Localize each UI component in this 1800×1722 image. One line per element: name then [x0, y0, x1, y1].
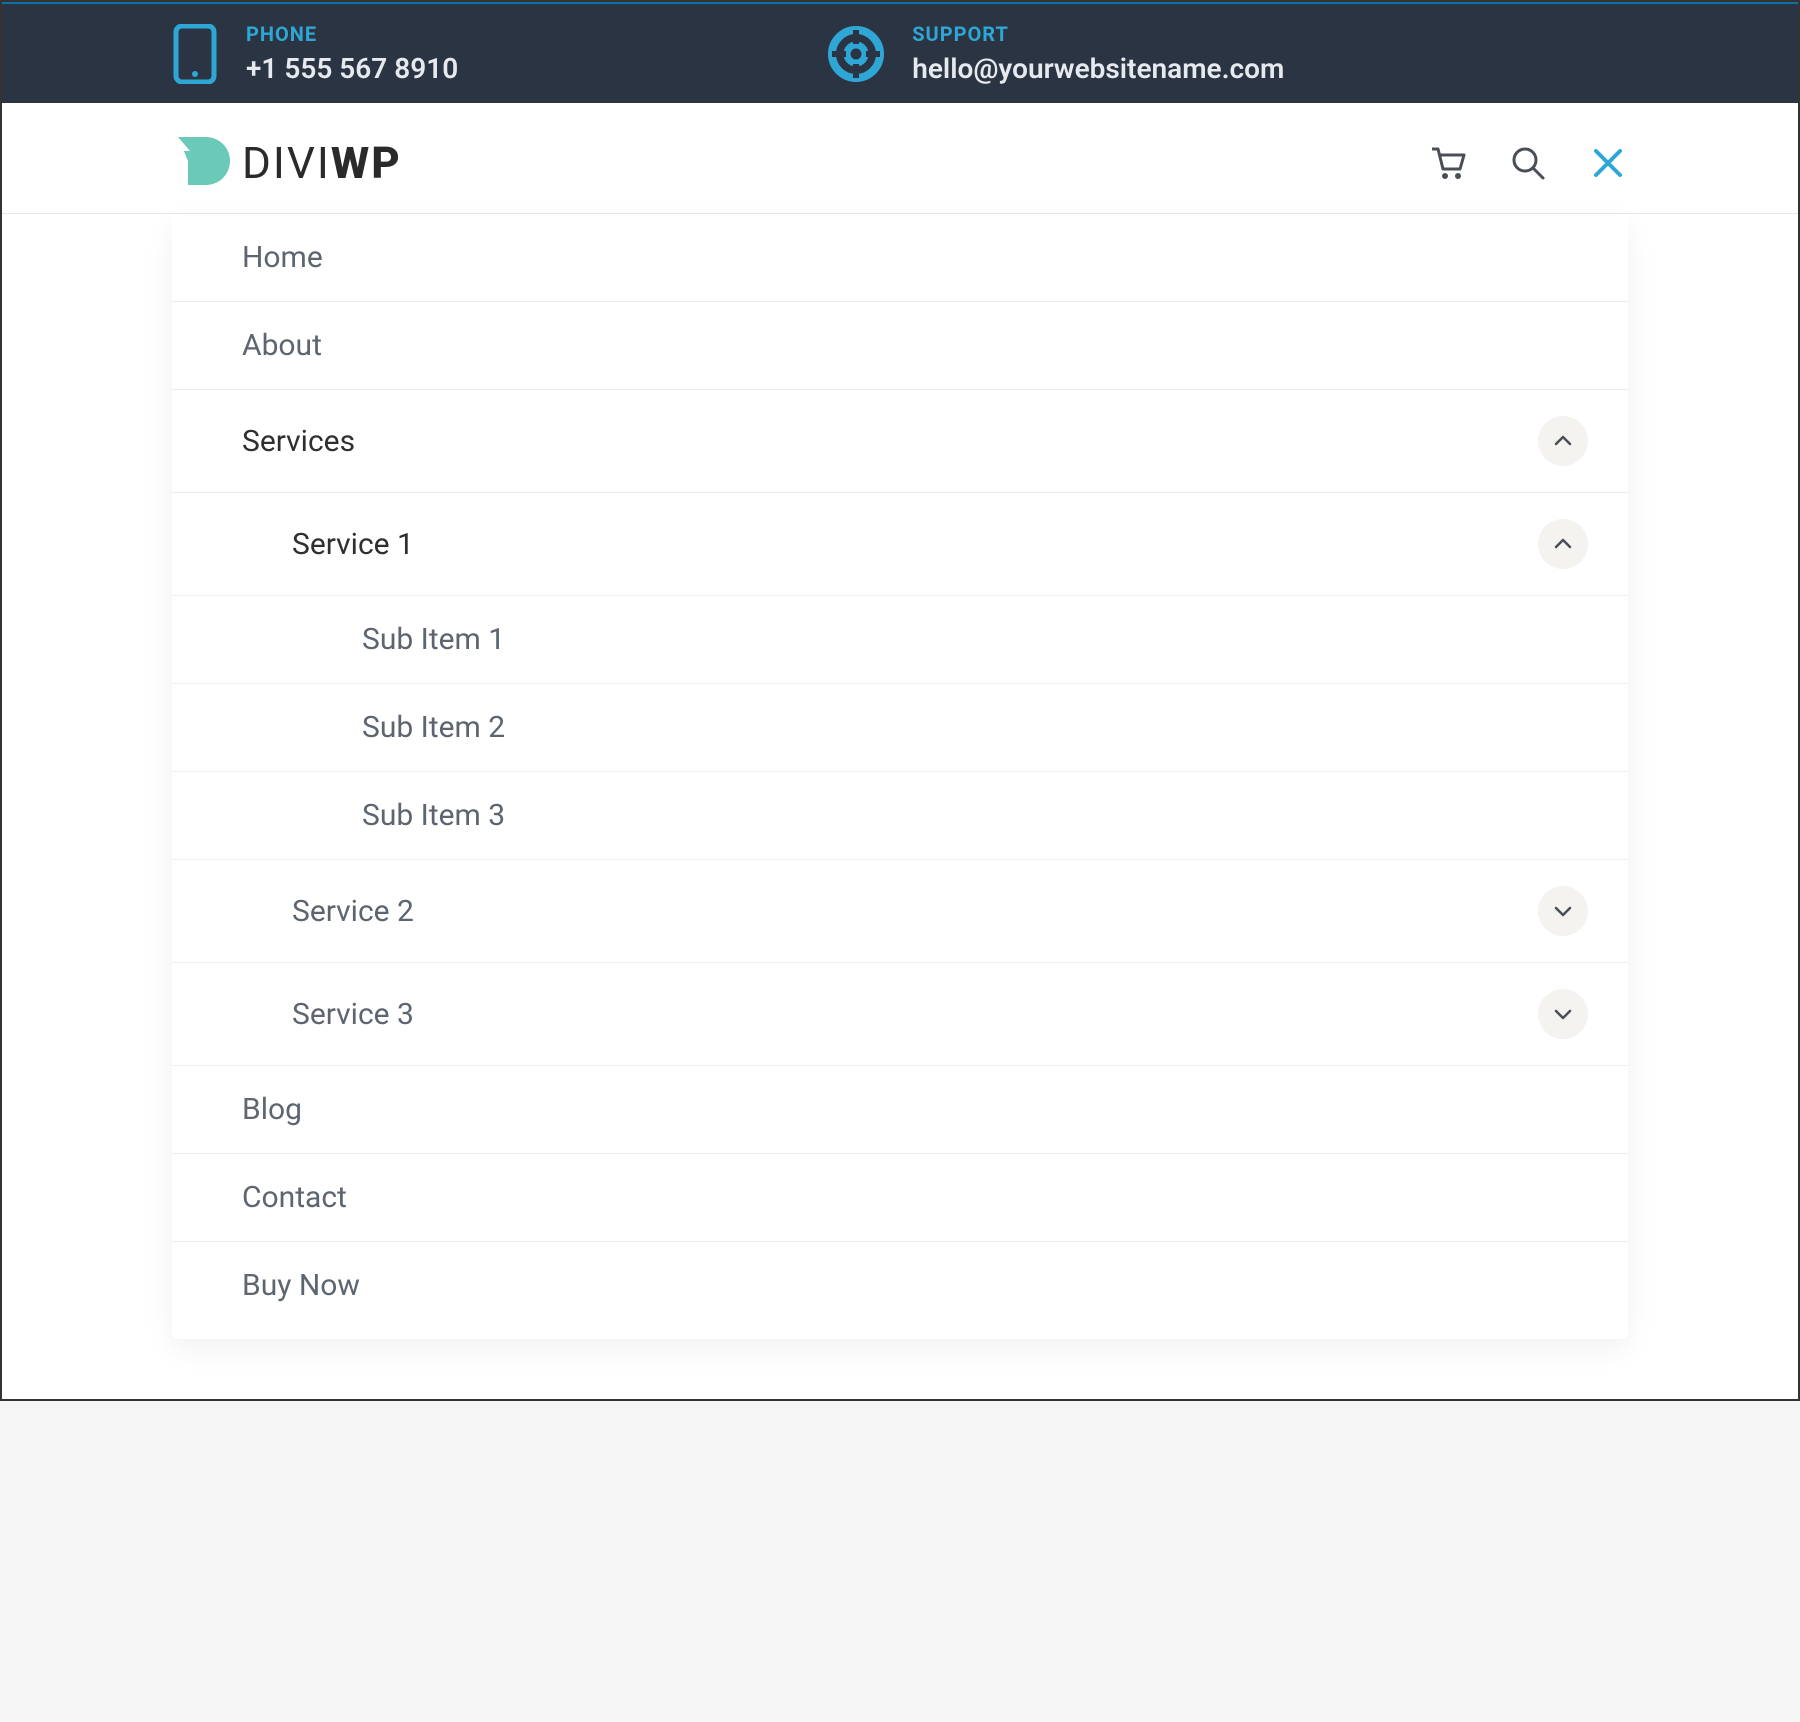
- logo-text: DIVIWP: [242, 137, 402, 189]
- menu-item-label: Service 1: [292, 527, 414, 562]
- phone-label: PHONE: [246, 22, 458, 46]
- chevron-up-icon[interactable]: [1538, 416, 1588, 466]
- menu-item-label: Blog: [242, 1092, 302, 1127]
- menu-item-label: About: [242, 328, 322, 363]
- topbar-support[interactable]: SUPPORT hello@yourwebsitename.com: [828, 22, 1284, 85]
- cart-icon[interactable]: [1428, 143, 1468, 183]
- menu-sub-item-3[interactable]: Sub Item 3: [172, 772, 1628, 860]
- phone-icon: [172, 24, 218, 84]
- header: DIVIWP: [2, 103, 1798, 214]
- support-label: SUPPORT: [912, 22, 1284, 46]
- menu-item-label: Home: [242, 240, 323, 275]
- lifesaver-icon: [828, 26, 884, 82]
- menu-item-label: Sub Item 1: [362, 622, 505, 657]
- menu-home[interactable]: Home: [172, 214, 1628, 302]
- search-icon[interactable]: [1508, 143, 1548, 183]
- menu-sub-item-1[interactable]: Sub Item 1: [172, 596, 1628, 684]
- menu-blog[interactable]: Blog: [172, 1066, 1628, 1154]
- menu-item-label: Services: [242, 424, 355, 459]
- phone-value: +1 555 567 8910: [246, 52, 458, 85]
- menu-contact[interactable]: Contact: [172, 1154, 1628, 1242]
- menu-about[interactable]: About: [172, 302, 1628, 390]
- menu-item-label: Sub Item 2: [362, 710, 505, 745]
- menu-item-label: Service 2: [292, 894, 414, 929]
- logo[interactable]: DIVIWP: [172, 131, 402, 195]
- menu-item-label: Contact: [242, 1180, 347, 1215]
- menu-service-2[interactable]: Service 2: [172, 860, 1628, 963]
- topbar-phone[interactable]: PHONE +1 555 567 8910: [172, 22, 458, 85]
- close-icon[interactable]: [1588, 143, 1628, 183]
- menu-services[interactable]: Services: [172, 390, 1628, 493]
- menu-item-label: Buy Now: [242, 1268, 360, 1303]
- menu-item-label: Service 3: [292, 997, 414, 1032]
- menu-service-3[interactable]: Service 3: [172, 963, 1628, 1066]
- chevron-down-icon[interactable]: [1538, 886, 1588, 936]
- support-value: hello@yourwebsitename.com: [912, 52, 1284, 85]
- menu-service-1[interactable]: Service 1: [172, 493, 1628, 596]
- mobile-menu-panel: Home About Services Service 1 Sub Item 1: [172, 214, 1628, 1339]
- menu-services-children: Service 1 Sub Item 1 Sub Item 2 Sub Item…: [172, 493, 1628, 1066]
- logo-d-icon: [172, 131, 232, 195]
- menu-sub-item-2[interactable]: Sub Item 2: [172, 684, 1628, 772]
- menu-item-label: Sub Item 3: [362, 798, 505, 833]
- topbar: PHONE +1 555 567 8910 SUPPORT hello@your…: [2, 2, 1798, 103]
- chevron-up-icon[interactable]: [1538, 519, 1588, 569]
- chevron-down-icon[interactable]: [1538, 989, 1588, 1039]
- menu-buy-now[interactable]: Buy Now: [172, 1242, 1628, 1329]
